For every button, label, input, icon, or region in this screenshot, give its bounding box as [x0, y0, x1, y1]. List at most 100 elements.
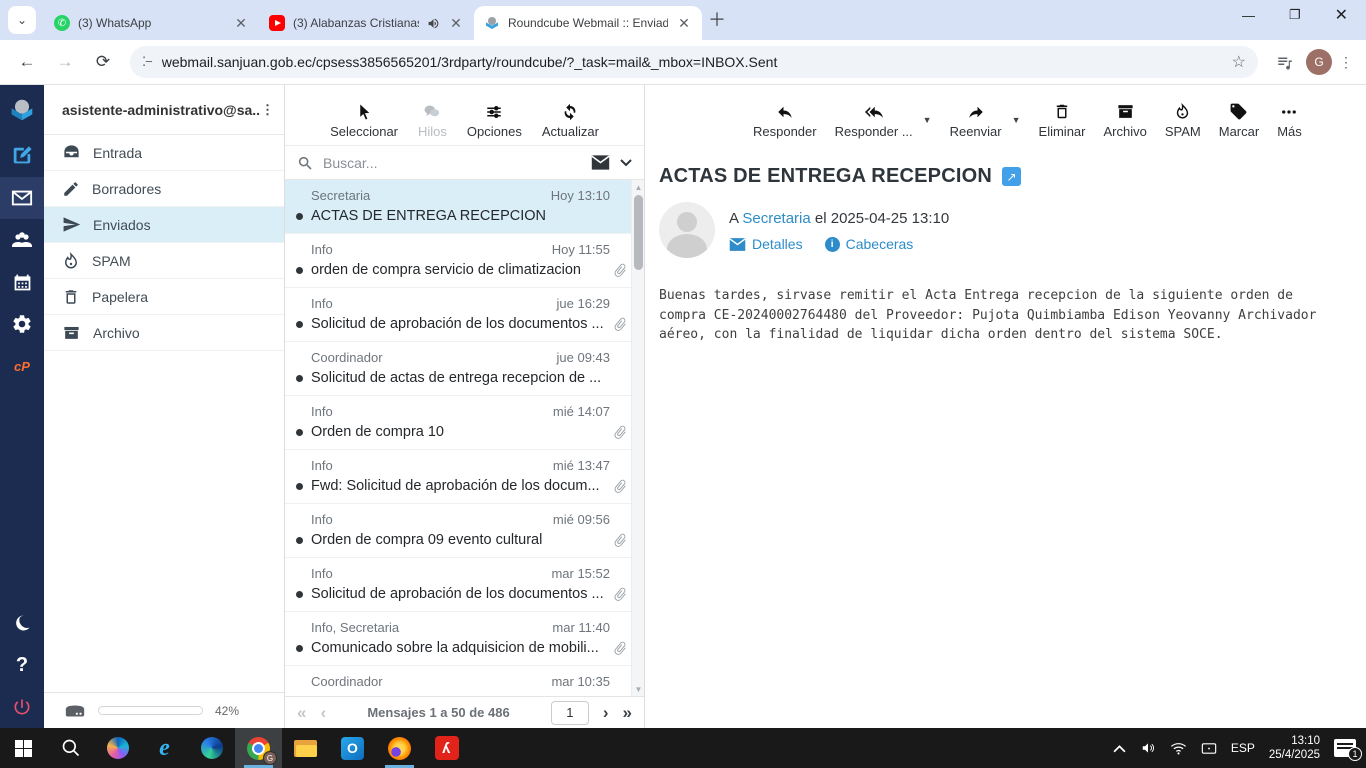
tab-whatsapp[interactable]: ✆ (3) WhatsApp ✕	[44, 6, 259, 40]
contacts-nav-button[interactable]	[0, 219, 44, 261]
site-settings-icon[interactable]: ⁚−	[142, 54, 153, 70]
reload-icon[interactable]: ⟳	[86, 45, 120, 79]
account-menu-icon[interactable]: ⋮	[261, 102, 274, 118]
wifi-icon[interactable]	[1170, 742, 1187, 755]
mark-button[interactable]: Marcar	[1219, 102, 1259, 139]
tab-youtube[interactable]: (3) Alabanzas Cristianas 202 ✕	[259, 6, 474, 40]
first-page-icon[interactable]: «	[297, 703, 306, 723]
windows-taskbar: e G O λ ESP 13:10 25/4/2025 1	[0, 728, 1366, 768]
message-row[interactable]: Info Hoy 11:55 orden de compra servicio d…	[285, 234, 644, 288]
close-tab-icon[interactable]: ✕	[676, 15, 692, 32]
mail-nav-button[interactable]	[0, 177, 44, 219]
help-icon[interactable]: ?	[0, 644, 44, 686]
next-page-icon[interactable]: ›	[603, 703, 609, 723]
last-page-icon[interactable]: »	[623, 703, 632, 723]
prev-page-icon[interactable]: ‹	[320, 703, 326, 723]
cast-icon[interactable]	[1201, 742, 1217, 755]
back-icon[interactable]: ←	[10, 45, 44, 79]
copilot-button[interactable]	[94, 728, 141, 768]
forward-button[interactable]: Reenviar	[950, 103, 1002, 139]
search-input[interactable]: Buscar...	[323, 155, 581, 171]
close-tab-icon[interactable]: ✕	[448, 15, 464, 32]
search-bar[interactable]: Buscar...	[285, 145, 644, 180]
language-indicator[interactable]: ESP	[1231, 741, 1255, 755]
profile-avatar[interactable]: G	[1306, 49, 1332, 75]
notification-center-button[interactable]: 1	[1334, 739, 1362, 761]
close-tab-icon[interactable]: ✕	[233, 15, 249, 32]
headers-link[interactable]: i Cabeceras	[824, 236, 913, 252]
delete-button[interactable]: Eliminar	[1039, 102, 1086, 139]
search-scope-mail-icon[interactable]	[591, 155, 610, 170]
browser-menu-icon[interactable]: ⋮	[1336, 54, 1356, 71]
settings-nav-button[interactable]	[0, 303, 44, 345]
reply-all-button[interactable]: Responder ...	[835, 103, 913, 139]
media-panel-icon[interactable]	[1268, 45, 1302, 79]
row-date: mar 15:52	[551, 566, 610, 581]
close-window-icon[interactable]: ✕	[1335, 5, 1348, 25]
calendar-nav-button[interactable]	[0, 261, 44, 303]
file-explorer-button[interactable]	[282, 728, 329, 768]
more-button[interactable]: Más	[1277, 103, 1302, 139]
forward-icon[interactable]: →	[48, 45, 82, 79]
acrobat-button[interactable]: λ	[423, 728, 470, 768]
tab-audio-icon[interactable]	[427, 17, 440, 30]
bookmark-star-icon[interactable]: ☆	[1232, 52, 1246, 72]
message-row[interactable]: Info, Secretaria mar 11:40 Comunicado sob…	[285, 612, 644, 666]
scroll-up-icon[interactable]: ▲	[632, 180, 644, 194]
forward-dropdown-icon[interactable]: ▼	[1012, 115, 1021, 125]
message-row[interactable]: Info mié 14:07 Orden de compra 10	[285, 396, 644, 450]
outlook-button[interactable]: O	[329, 728, 376, 768]
tab-search-button[interactable]: ⌄	[8, 6, 36, 34]
scroll-down-icon[interactable]: ▼	[632, 682, 644, 696]
minimize-icon[interactable]: —	[1242, 8, 1255, 23]
message-row[interactable]: Info jue 16:29 Solicitud de aprobación de…	[285, 288, 644, 342]
tray-expand-icon[interactable]	[1113, 744, 1126, 753]
scrollbar-thumb[interactable]	[634, 195, 643, 270]
row-sender: Coordinador	[311, 350, 383, 365]
select-button[interactable]: Seleccionar	[330, 103, 398, 139]
folder-entrada[interactable]: Entrada	[44, 135, 284, 171]
clock[interactable]: 13:10 25/4/2025	[1269, 734, 1320, 762]
cpanel-logo[interactable]: cP	[0, 345, 44, 387]
message-list-scrollbar[interactable]: ▲ ▼	[631, 180, 644, 696]
folder-papelera[interactable]: Papelera	[44, 279, 284, 315]
reply-button[interactable]: Responder	[753, 103, 817, 139]
tab-roundcube[interactable]: Roundcube Webmail :: Enviados ✕	[474, 6, 702, 40]
search-options-chevron-icon[interactable]	[620, 158, 632, 167]
refresh-button[interactable]: Actualizar	[542, 103, 599, 139]
compose-button[interactable]	[0, 135, 44, 177]
folder-archivo[interactable]: Archivo	[44, 315, 284, 351]
chrome-button[interactable]: G	[235, 728, 282, 768]
internet-explorer-button[interactable]: e	[141, 728, 188, 768]
message-row[interactable]: Coordinador mar 10:35	[285, 666, 644, 696]
url-bar[interactable]: ⁚− webmail.sanjuan.gob.ec/cpsess38565652…	[130, 46, 1258, 78]
message-row[interactable]: Secretaria Hoy 13:10 ACTAS DE ENTREGA REC…	[285, 180, 644, 234]
restore-icon[interactable]: ❐	[1289, 7, 1301, 23]
open-in-new-window-icon[interactable]: ↗	[1002, 167, 1022, 186]
logout-icon[interactable]	[0, 686, 44, 728]
message-row[interactable]: Info mié 09:56 Orden de compra 09 evento …	[285, 504, 644, 558]
archive-button[interactable]: Archivo	[1104, 102, 1147, 139]
firefox-button[interactable]	[376, 728, 423, 768]
volume-icon[interactable]	[1140, 741, 1156, 755]
taskbar-search-button[interactable]	[47, 728, 94, 768]
spam-button[interactable]: SPAM	[1165, 102, 1201, 139]
options-button[interactable]: Opciones	[467, 103, 522, 139]
threads-button[interactable]: Hilos	[418, 103, 447, 139]
details-link[interactable]: Detalles	[729, 236, 803, 252]
folder-label: Archivo	[93, 324, 140, 341]
recipient-link[interactable]: Secretaria	[742, 210, 810, 227]
page-number-input[interactable]	[550, 700, 589, 725]
message-row[interactable]: Info mié 13:47 Fwd: Solicitud de aprobaci…	[285, 450, 644, 504]
edge-button[interactable]	[188, 728, 235, 768]
new-tab-button[interactable]: ＋	[708, 6, 726, 32]
folder-spam[interactable]: SPAM	[44, 243, 284, 279]
message-row[interactable]: Info mar 15:52 Solicitud de aprobación de…	[285, 558, 644, 612]
dark-mode-icon[interactable]	[0, 602, 44, 644]
folder-enviados[interactable]: Enviados	[44, 207, 284, 243]
roundcube-logo[interactable]	[0, 85, 44, 135]
message-row[interactable]: Coordinador jue 09:43 Solicitud de actas …	[285, 342, 644, 396]
folder-borradores[interactable]: Borradores	[44, 171, 284, 207]
reply-all-dropdown-icon[interactable]: ▼	[923, 115, 932, 125]
start-button[interactable]	[0, 728, 47, 768]
